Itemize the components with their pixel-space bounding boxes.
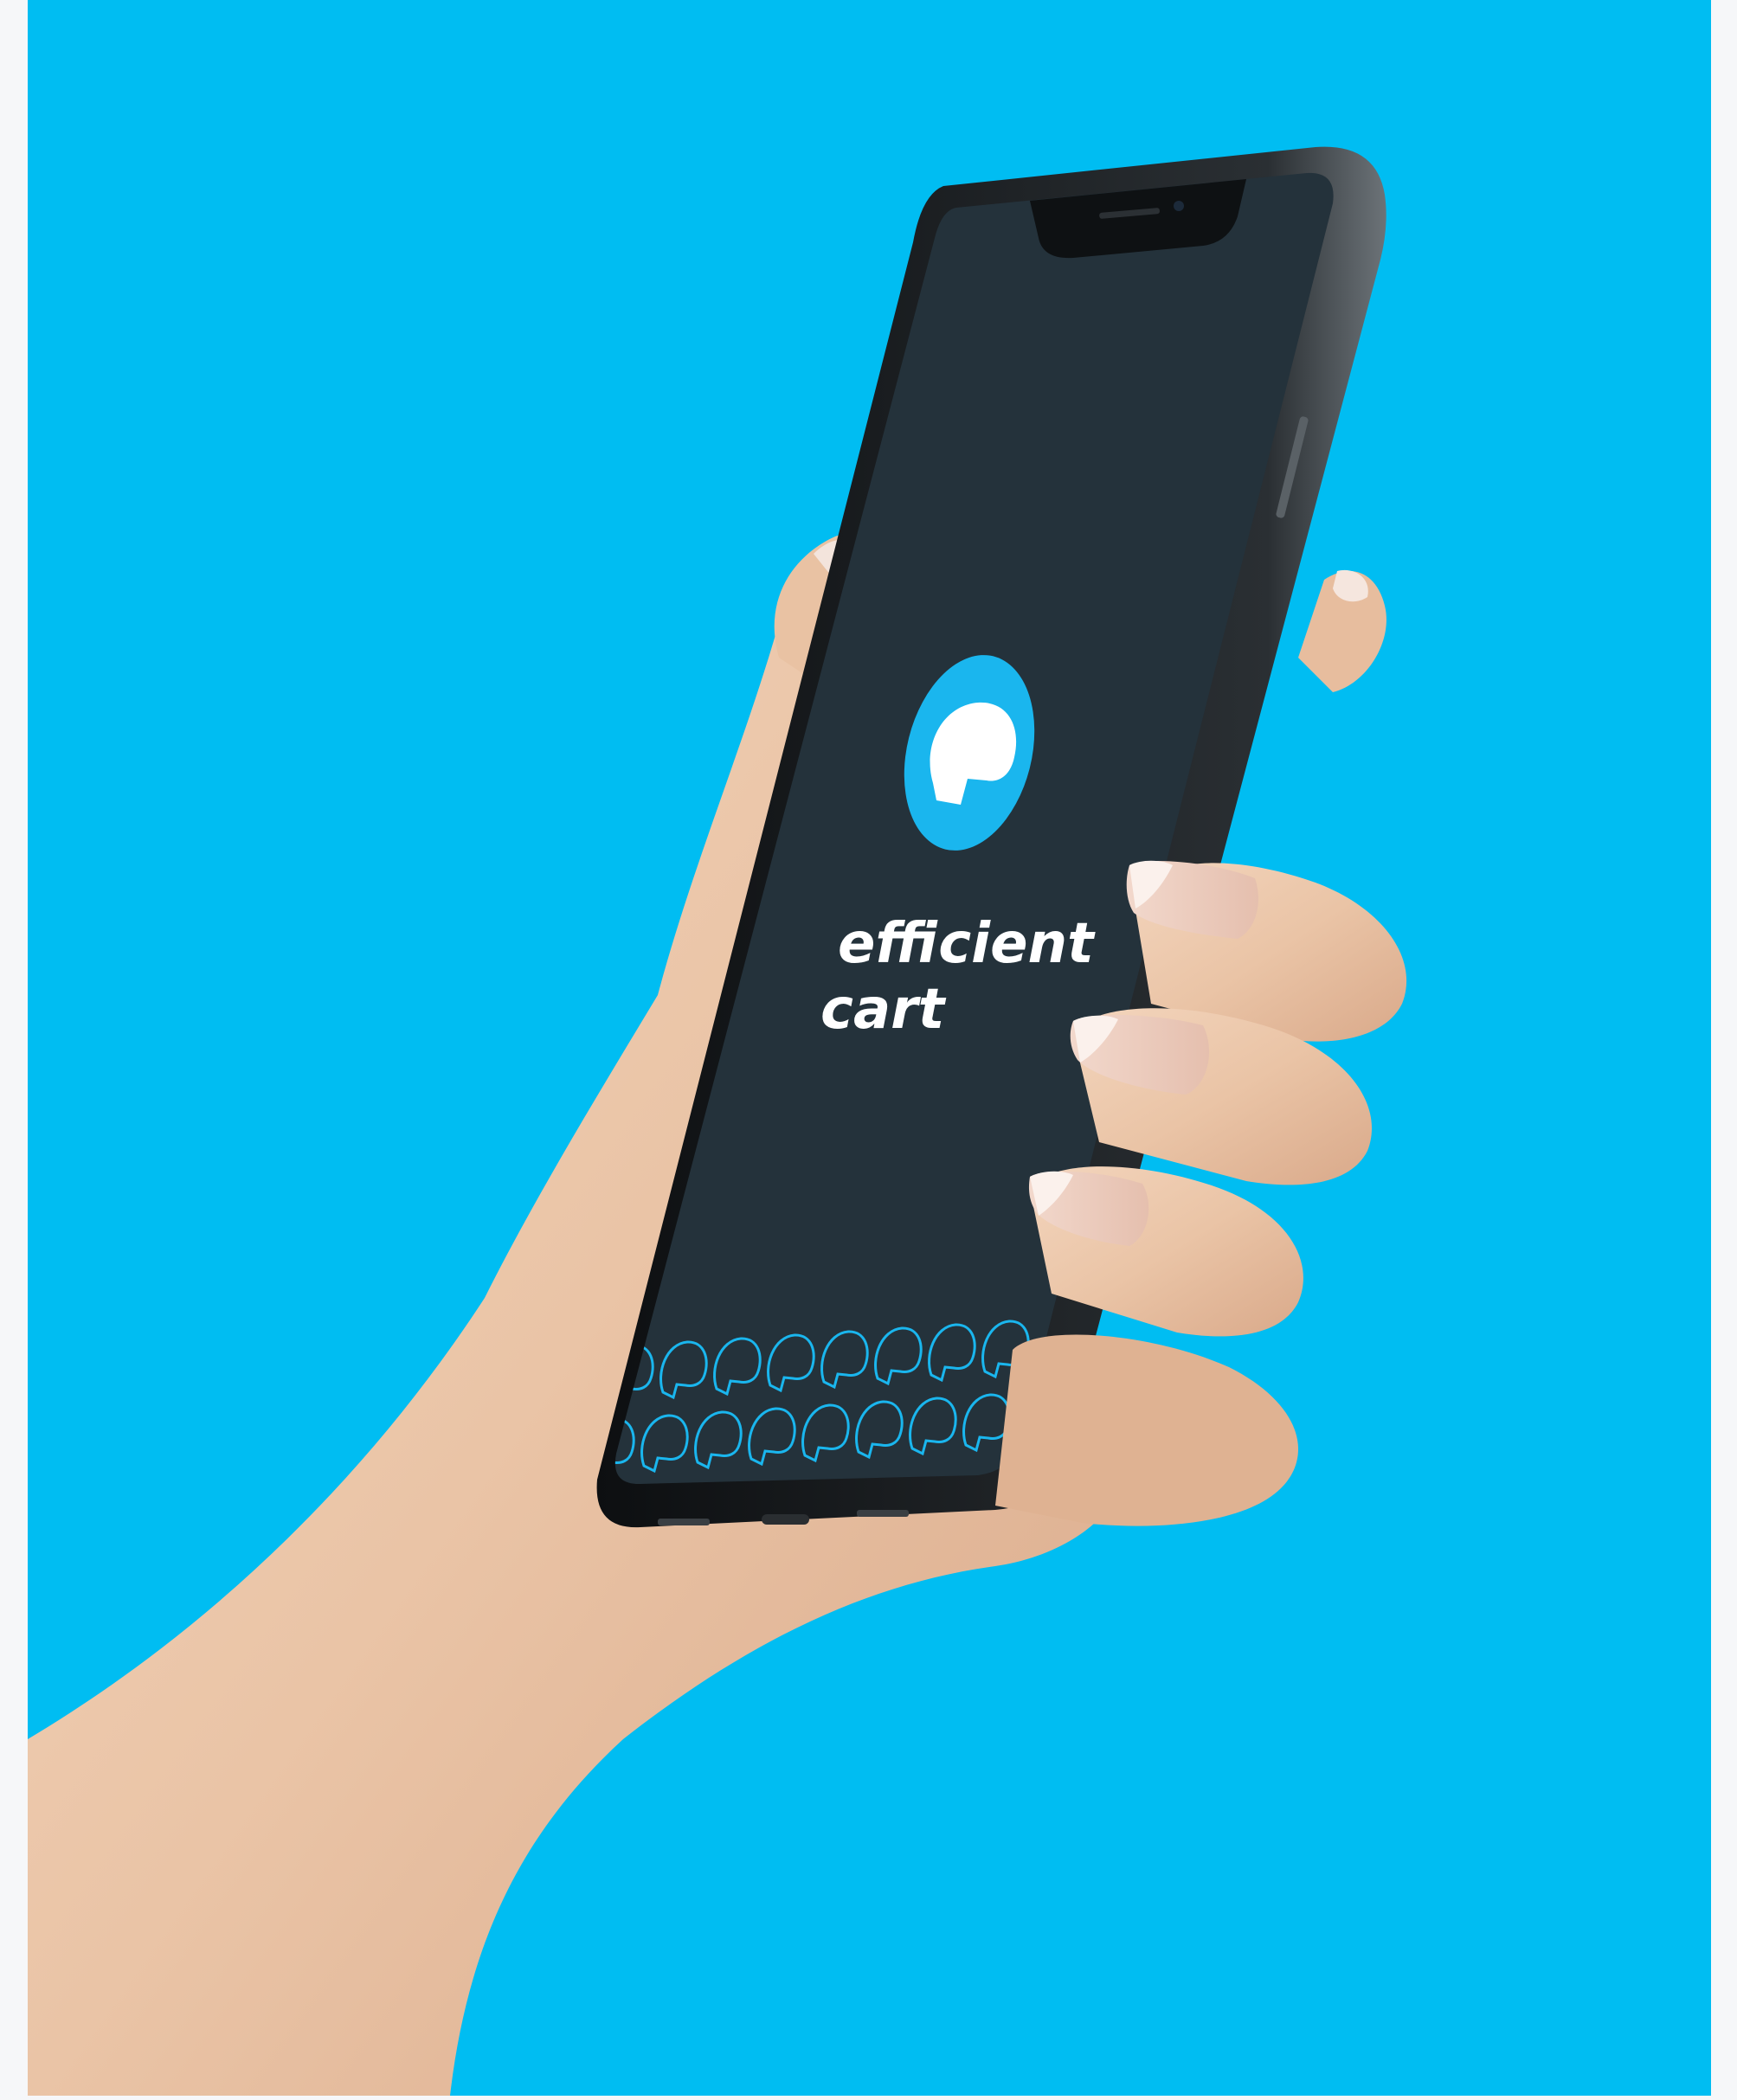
speaker-grille-right xyxy=(857,1510,909,1517)
brand-line-2: cart xyxy=(820,978,947,1042)
brand-line-1: efficient xyxy=(838,912,1096,976)
front-camera xyxy=(1174,201,1184,211)
speaker-grille-left xyxy=(658,1519,710,1525)
scene-canvas: efficient cart xyxy=(0,0,1737,2096)
charging-port xyxy=(762,1514,809,1525)
photo-stage: efficient cart xyxy=(0,0,1737,2096)
